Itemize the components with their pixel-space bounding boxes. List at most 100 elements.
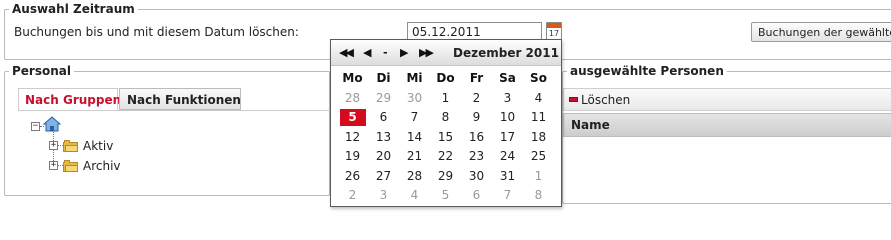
calendar-day[interactable]: 13 bbox=[368, 128, 399, 148]
calendar-day[interactable]: 28 bbox=[337, 89, 368, 109]
tree-expand-toggle[interactable]: + bbox=[49, 161, 58, 170]
calendar-day[interactable]: 25 bbox=[523, 147, 554, 167]
tree-item-archiv[interactable]: Archiv bbox=[83, 159, 121, 173]
calendar-day-number: 28 bbox=[344, 90, 361, 105]
calendar-day[interactable]: 29 bbox=[430, 167, 461, 187]
calendar-day-number: 8 bbox=[534, 188, 543, 202]
calendar-day[interactable]: 21 bbox=[399, 147, 430, 167]
calendar-day-number: 4 bbox=[534, 90, 543, 105]
calendar-day[interactable]: 12 bbox=[337, 128, 368, 148]
calendar-day-number: 30 bbox=[468, 168, 485, 183]
calendar-day[interactable]: 16 bbox=[461, 128, 492, 148]
tab-nach-gruppen[interactable]: Nach Gruppen bbox=[18, 88, 121, 110]
tree-collapse-toggle[interactable]: − bbox=[31, 122, 40, 131]
calendar-day[interactable]: 7 bbox=[492, 186, 523, 206]
tree-item-aktiv[interactable]: Aktiv bbox=[83, 139, 113, 153]
calendar-day[interactable]: 3 bbox=[492, 89, 523, 109]
weekday-label: Fr bbox=[469, 71, 484, 85]
personal-legend: Personal bbox=[12, 64, 71, 78]
folder-icon bbox=[63, 160, 79, 172]
calendar-day[interactable]: 2 bbox=[337, 186, 368, 206]
calendar-day-number: 18 bbox=[530, 129, 547, 144]
calendar-day[interactable]: 2 bbox=[461, 89, 492, 109]
calendar-icon-day: 17 bbox=[548, 29, 560, 38]
calendar-week-row: 2 3 4 5 6 7 8 bbox=[337, 186, 557, 206]
calendar-day[interactable]: 9 bbox=[461, 108, 492, 128]
calendar-day-number: 27 bbox=[375, 168, 392, 183]
calendar-week-row: 19 20 21 22 23 24 25 bbox=[337, 147, 557, 167]
home-icon[interactable] bbox=[43, 116, 61, 132]
calendar-day[interactable]: 20 bbox=[368, 147, 399, 167]
calendar-icon[interactable]: 17 bbox=[546, 22, 562, 40]
calendar-day-number: 16 bbox=[468, 129, 485, 144]
zeitraum-legend: Auswahl Zeitraum bbox=[12, 2, 135, 16]
weekday-label: So bbox=[530, 71, 547, 85]
calendar-day-number: 5 bbox=[339, 109, 366, 126]
tab-divider bbox=[18, 110, 330, 111]
next-month-icon[interactable]: ▶ bbox=[400, 46, 409, 59]
calendar-day-number: 6 bbox=[379, 110, 388, 124]
calendar-day[interactable]: 31 bbox=[492, 167, 523, 187]
calendar-day[interactable]: 4 bbox=[399, 186, 430, 206]
calendar-popup: ◀◀ ◀ - ▶ ▶▶ Dezember 2011 Mo Di Mi Do Fr Sa So… bbox=[330, 39, 562, 207]
calendar-day-number: 5 bbox=[441, 188, 450, 202]
today-button[interactable]: - bbox=[383, 46, 388, 59]
delete-icon[interactable] bbox=[569, 97, 578, 102]
calendar-day[interactable]: 30 bbox=[399, 89, 430, 109]
calendar-day[interactable]: 1 bbox=[523, 167, 554, 187]
calendar-day[interactable]: 11 bbox=[523, 108, 554, 128]
calendar-day[interactable]: 18 bbox=[523, 128, 554, 148]
calendar-day[interactable]: 22 bbox=[430, 147, 461, 167]
calendar-day-number: 20 bbox=[375, 149, 392, 163]
tree-expand-toggle[interactable]: + bbox=[49, 141, 58, 150]
weekday-label: Sa bbox=[499, 71, 516, 85]
weekday-label: Mi bbox=[406, 71, 423, 85]
calendar-day-number: 11 bbox=[530, 110, 547, 124]
calendar-day[interactable]: 23 bbox=[461, 147, 492, 167]
calendar-day-number: 8 bbox=[441, 110, 450, 124]
calendar-day[interactable]: 5 bbox=[430, 186, 461, 206]
calendar-grid: Mo Di Mi Do Fr Sa So 28 29 30 1 2 3 4 5 6 7 8 9 10 11 12 13 14 1… bbox=[337, 69, 557, 206]
tab-nach-funktionen[interactable]: Nach Funktionen bbox=[119, 88, 241, 110]
calendar-day[interactable]: 30 bbox=[461, 167, 492, 187]
calendar-day-number: 21 bbox=[406, 149, 423, 163]
calendar-day[interactable]: 27 bbox=[368, 167, 399, 187]
prev-month-icon[interactable]: ◀ bbox=[363, 46, 372, 59]
calendar-day-number: 29 bbox=[437, 168, 454, 183]
calendar-day[interactable]: 6 bbox=[368, 108, 399, 128]
calendar-day[interactable]: 7 bbox=[399, 108, 430, 128]
calendar-day-number: 22 bbox=[437, 149, 454, 163]
date-label: Buchungen bis und mit diesem Datum lösch… bbox=[14, 25, 299, 39]
delete-bookings-button[interactable]: Buchungen der gewählten P bbox=[751, 22, 891, 42]
calendar-day-number: 3 bbox=[503, 90, 512, 105]
name-column-header[interactable]: Name bbox=[563, 113, 891, 137]
delete-button[interactable]: Löschen bbox=[581, 93, 630, 107]
prev-year-icon[interactable]: ◀◀ bbox=[339, 46, 354, 59]
calendar-day-number: 30 bbox=[406, 90, 423, 105]
calendar-day[interactable]: 1 bbox=[430, 89, 461, 109]
calendar-day[interactable]: 29 bbox=[368, 89, 399, 109]
calendar-day[interactable]: 15 bbox=[430, 128, 461, 148]
calendar-day-number: 7 bbox=[410, 110, 419, 124]
weekday-header-row: Mo Di Mi Do Fr Sa So bbox=[337, 69, 557, 89]
calendar-day[interactable]: 19 bbox=[337, 147, 368, 167]
calendar-day[interactable]: 4 bbox=[523, 89, 554, 109]
calendar-day-selected[interactable]: 5 bbox=[337, 108, 368, 128]
calendar-day[interactable]: 3 bbox=[368, 186, 399, 206]
calendar-week-row: 26 27 28 29 30 31 1 bbox=[337, 167, 557, 187]
weekday-label: Di bbox=[376, 71, 391, 85]
calendar-day-number: 7 bbox=[503, 188, 512, 202]
next-year-icon[interactable]: ▶▶ bbox=[419, 46, 434, 59]
calendar-day-number: 17 bbox=[499, 129, 516, 144]
calendar-day[interactable]: 28 bbox=[399, 167, 430, 187]
calendar-day[interactable]: 6 bbox=[461, 186, 492, 206]
calendar-day-number: 28 bbox=[406, 168, 423, 183]
calendar-day[interactable]: 24 bbox=[492, 147, 523, 167]
calendar-day[interactable]: 10 bbox=[492, 108, 523, 128]
calendar-day[interactable]: 17 bbox=[492, 128, 523, 148]
calendar-day[interactable]: 26 bbox=[337, 167, 368, 187]
calendar-day[interactable]: 14 bbox=[399, 128, 430, 148]
calendar-day[interactable]: 8 bbox=[430, 108, 461, 128]
calendar-day[interactable]: 8 bbox=[523, 186, 554, 206]
weekday-label: Do bbox=[436, 71, 455, 85]
